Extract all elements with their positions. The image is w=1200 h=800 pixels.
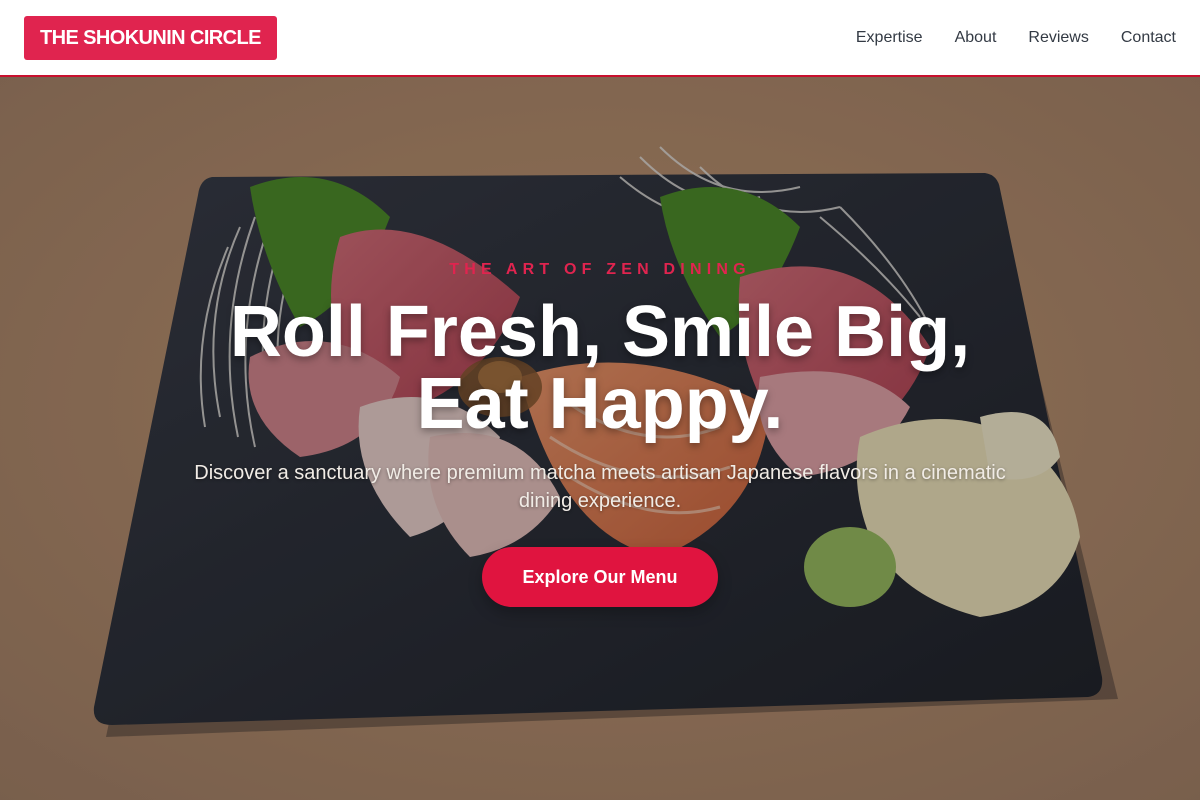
hero-title: Roll Fresh, Smile Big, Eat Happy. [150,296,1050,440]
site-header: THE SHOKUNIN CIRCLE Expertise About Revi… [0,0,1200,77]
site-logo[interactable]: THE SHOKUNIN CIRCLE [24,15,277,60]
hero-subtitle: Discover a sanctuary where premium match… [194,462,1006,512]
nav-link-contact[interactable]: Contact [1121,29,1176,47]
main-nav: Expertise About Reviews Contact [856,29,1176,47]
nav-link-expertise[interactable]: Expertise [856,29,923,47]
nav-link-reviews[interactable]: Reviews [1028,29,1088,47]
hero-section: THE ART OF ZEN DINING Roll Fresh, Smile … [0,77,1200,800]
nav-link-about[interactable]: About [955,29,997,47]
hero-title-line-1: Roll Fresh, Smile Big, [229,292,971,372]
hero-title-line-2: Eat Happy. [416,364,784,444]
hero-content: THE ART OF ZEN DINING Roll Fresh, Smile … [0,77,1200,800]
explore-menu-button[interactable]: Explore Our Menu [482,547,718,607]
hero-eyebrow: THE ART OF ZEN DINING [449,261,751,278]
